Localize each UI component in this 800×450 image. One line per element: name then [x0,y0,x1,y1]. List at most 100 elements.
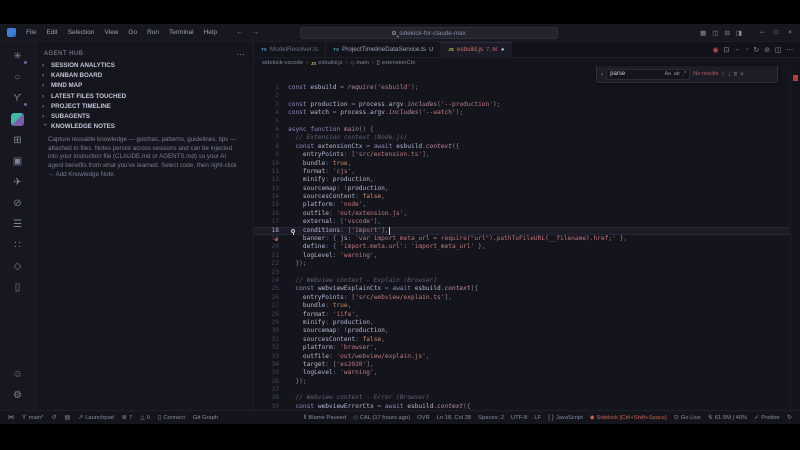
line-number[interactable]: 27 [254,302,288,310]
line-number[interactable]: 10 [254,160,288,168]
toggle-primary-sidebar-icon[interactable]: ◫ [712,29,718,37]
code-line[interactable]: 10 bundle: true, [254,160,790,168]
find-query[interactable]: parse [610,71,661,77]
line-number[interactable]: 1 [254,84,288,92]
status-git-branch[interactable]: ϒmain* [22,415,43,421]
status-eol[interactable]: LF [534,415,541,421]
code-line[interactable]: 25 const webviewExplainCtx = await esbui… [254,285,790,293]
status-commit-info[interactable]: ◇ CAL (17 hours ago) [353,414,410,422]
line-number[interactable]: 34 [254,361,288,369]
match-case-toggle[interactable]: Aa [665,71,671,77]
line-number[interactable]: 15 [254,201,288,209]
line-number[interactable]: 33 [254,353,288,361]
line-number[interactable]: 12 [254,176,288,184]
container-icon[interactable]: ▯ [5,277,31,298]
code-editor[interactable]: 1 const esbuild = require('esbuild'); 2 3 co… [254,68,790,410]
line-number[interactable]: 38 [254,394,288,402]
line-number[interactable]: 30 [254,327,288,335]
puzzle-icon[interactable]: ▣ [5,151,31,172]
previous-match-icon[interactable]: ↑ [721,71,724,78]
code-line[interactable]: 16 outfile: 'out/extension.js', [254,210,790,218]
find-in-selection-icon[interactable]: ≡ [734,71,738,78]
agent-hub-icon[interactable] [5,109,31,130]
code-line[interactable]: 13 sourcemap: !production, [254,185,790,193]
sidebar-item-latest-files-touched[interactable]: › LATEST FILES TOUCHED [36,91,253,101]
code-line[interactable]: 18 conditions: ['import'], [254,226,790,236]
line-number[interactable]: 39 [254,403,288,410]
code-line[interactable]: 33 outfile: 'out/webview/explain.js', [254,353,790,361]
code-line[interactable]: 2 [254,92,790,100]
back-arrow-icon[interactable]: ← [236,29,243,36]
line-number[interactable]: 14 [254,193,288,201]
breadcrumb-item-main[interactable]: ◇ main [350,60,368,66]
code-line[interactable]: 38 // Webview context - Error (Browser) [254,394,790,402]
toggle-secondary-sidebar-icon[interactable]: ◨ [736,29,742,37]
line-number[interactable]: 3 [254,101,288,109]
stack-icon[interactable]: ☰ [5,214,31,235]
code-line[interactable]: 30 sourcemap: !production, [254,327,790,335]
status-git-graph[interactable]: Git Graph [193,415,218,421]
status-notifications[interactable]: ↻ [787,414,792,421]
status-memory[interactable]: ↯ 61.5M | 40% [708,414,747,422]
line-number[interactable]: 11 [254,168,288,176]
regex-toggle[interactable]: .* [683,71,686,77]
code-line[interactable]: 27 bundle: true, [254,302,790,310]
sidebar-item-project-timeline[interactable]: › PROJECT TIMELINE [36,101,253,111]
status-prettier[interactable]: ✓ Prettier [754,414,780,422]
shield-icon[interactable]: ◇ [5,256,31,277]
line-number[interactable]: 26 [254,294,288,302]
status-overtype[interactable]: OVR [417,415,430,421]
code-line[interactable]: 15 platform: 'node', [254,201,790,209]
line-number[interactable]: 21 [254,252,288,260]
status-go-live[interactable]: ⊙ Go Live [674,414,701,422]
code-line[interactable]: 11 format: 'cjs', [254,168,790,176]
line-number[interactable]: 22 [254,260,288,268]
code-line[interactable]: 3 const production = process.argv.include… [254,101,790,109]
split-editor-icon[interactable]: ◫ [775,46,781,54]
grid-icon[interactable]: ⊞ [5,130,31,151]
line-number[interactable]: 35 [254,369,288,377]
menu-file[interactable]: File [21,29,41,36]
line-number[interactable]: 32 [254,344,288,352]
line-number[interactable]: 31 [254,336,288,344]
line-number[interactable]: 25 [254,285,288,293]
tab-modelresolver.ts[interactable]: TS ModelResolver.ts [254,42,327,57]
status-layers[interactable]: ▤ [65,414,71,421]
sidekick-icon[interactable]: ◉ [713,46,719,54]
breadcrumb-item-esbuild.js[interactable]: JS esbuild.js [311,60,343,66]
line-number[interactable]: 37 [254,386,288,394]
menu-edit[interactable]: Edit [41,29,62,36]
line-number[interactable]: 5 [254,118,288,126]
line-number[interactable]: 16 [254,210,288,218]
code-line[interactable]: 22 }); [254,260,790,268]
line-number[interactable]: 24 [254,277,288,285]
menu-terminal[interactable]: Terminal [164,29,199,36]
line-number[interactable]: 8 [254,143,288,151]
code-line[interactable]: 7 // Extension context (Node.js) [254,134,790,142]
customize-layout-icon[interactable]: ▦ [700,29,706,37]
maximize-button[interactable]: □ [774,29,778,36]
code-line[interactable]: 34 target: ['es2020'], [254,361,790,369]
menu-help[interactable]: Help [199,29,222,36]
line-number[interactable]: 28 [254,311,288,319]
code-line[interactable]: 9 entryPoints: ['src/extension.ts'], [254,151,790,159]
toggle-replace-icon[interactable]: › [601,71,603,78]
slash-circle-icon[interactable]: ⊘ [5,193,31,214]
code-line[interactable]: 23 [254,269,790,277]
sidebar-item-session-analytics[interactable]: › SESSION ANALYTICS [36,60,253,70]
status-git-sync[interactable]: ↺ [51,414,56,421]
line-number[interactable]: 29 [254,319,288,327]
more-actions-icon[interactable]: ⋯ [786,46,793,54]
status-problems-errors[interactable]: ⊗ 7 [122,414,132,422]
code-line[interactable]: 14 sourcesContent: false, [254,193,790,201]
line-number[interactable]: 13 [254,185,288,193]
line-number[interactable]: 36 [254,378,288,386]
code-line[interactable]: 28 format: 'iife', [254,311,790,319]
menu-run[interactable]: Run [142,29,164,36]
account-icon[interactable]: ☺ [5,364,31,385]
block-icon[interactable]: ⊘ [764,46,770,54]
code-line[interactable]: 8 const extensionCtx = await esbuild.con… [254,143,790,151]
tab-projecttimelinedataservice.ts[interactable]: TS ProjectTimelineDataService.ts U [326,42,442,57]
overview-ruler[interactable] [790,68,800,410]
code-line[interactable]: 36 }); [254,378,790,386]
